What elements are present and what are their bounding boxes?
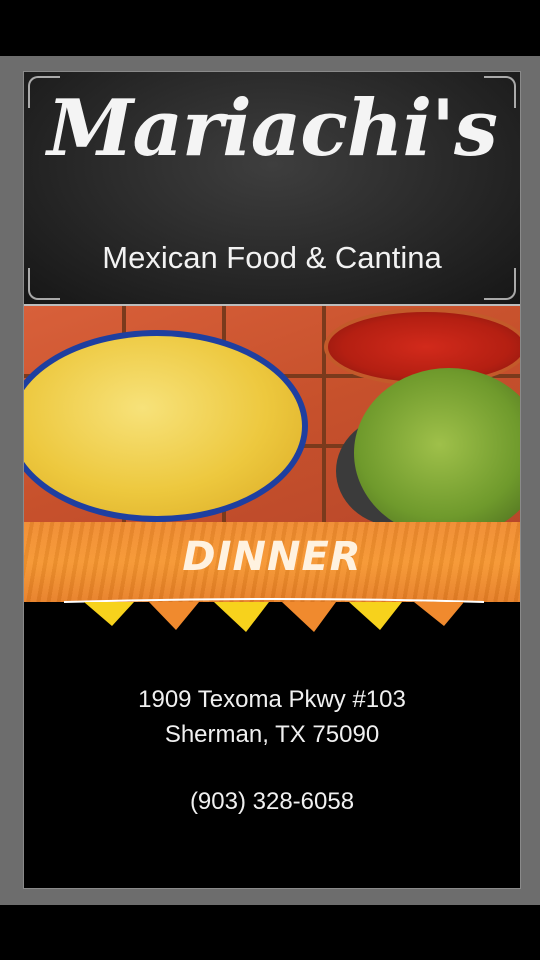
flag-yellow-icon	[214, 602, 269, 632]
bunting-flags	[64, 598, 484, 632]
address-line-1: 1909 Texoma Pkwy #103	[138, 686, 406, 713]
flag-yellow-icon	[84, 602, 134, 626]
dinner-banner: DINNER	[24, 522, 520, 602]
flag-orange-icon	[149, 602, 199, 630]
brand-tagline: Mexican Food & Cantina	[102, 240, 442, 275]
phone-number: (903) 328-6058	[189, 788, 355, 815]
bottom-black-bar	[0, 905, 540, 960]
brand-logo-text: Mariachi's	[47, 83, 498, 174]
flag-orange-icon	[414, 602, 464, 626]
margarita-glass-image	[24, 330, 308, 522]
flag-orange-icon	[282, 602, 336, 632]
bunting-string	[64, 598, 484, 603]
flag-yellow-icon	[349, 602, 402, 630]
menu-cover-card: Mariachi's Mexican Food & Cantina DINNER…	[23, 71, 521, 889]
chalkboard-header: Mariachi's Mexican Food & Cantina	[24, 72, 520, 306]
address-line-2: Sherman, TX 75090	[164, 721, 380, 748]
guacamole-image	[354, 368, 520, 526]
top-black-bar	[0, 0, 540, 56]
food-photo	[24, 306, 520, 526]
banner-label: DINNER	[182, 534, 362, 580]
